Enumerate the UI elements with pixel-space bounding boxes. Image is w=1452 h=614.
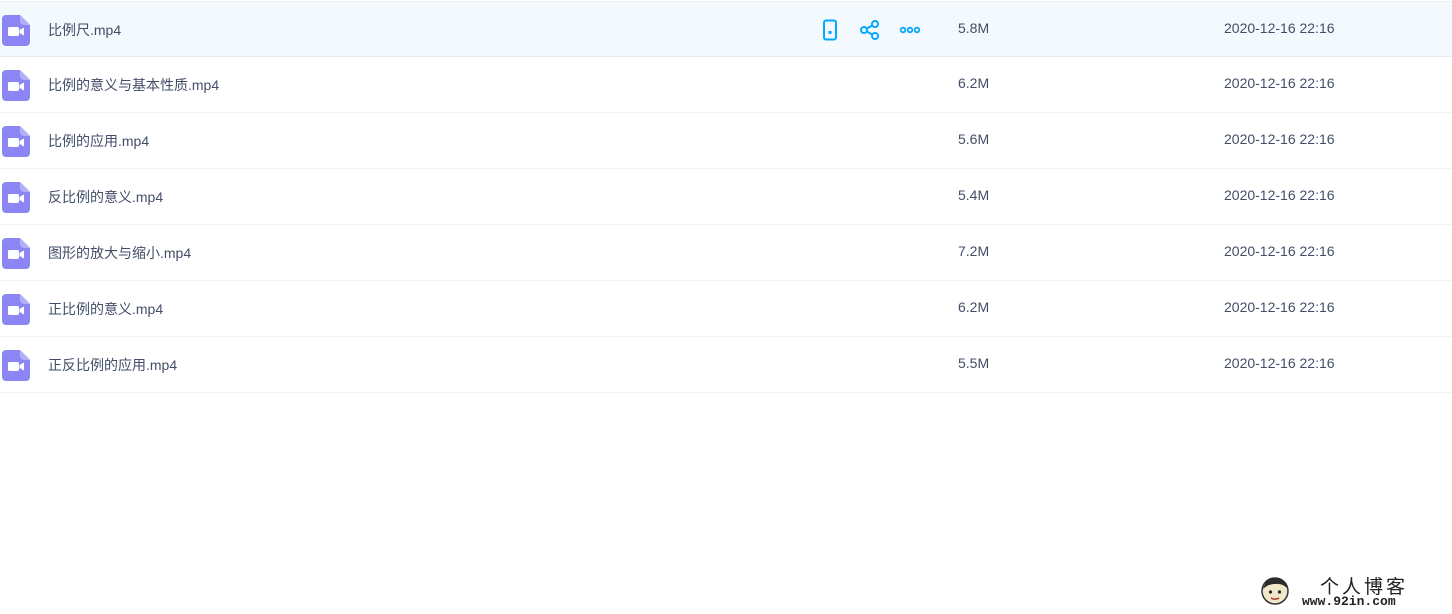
- file-list: 比例尺.mp4 5.8M 2020-12-16 22:16 比例的意义与基本性质…: [0, 1, 1452, 393]
- file-name[interactable]: 比例的意义与基本性质.mp4: [48, 75, 219, 95]
- share-icon: [860, 20, 879, 40]
- file-size: 5.8M: [958, 20, 990, 36]
- file-name[interactable]: 反比例的意义.mp4: [48, 187, 163, 207]
- more-icon: [899, 26, 921, 34]
- video-file-icon: [2, 126, 30, 157]
- file-size: 6.2M: [958, 299, 990, 315]
- video-file-icon: [2, 294, 30, 325]
- file-size: 5.4M: [958, 187, 990, 203]
- video-file-icon: [2, 70, 30, 101]
- watermark-url: www.92in.com: [1302, 594, 1396, 609]
- file-size: 6.2M: [958, 75, 990, 91]
- file-date: 2020-12-16 22:16: [1224, 20, 1335, 36]
- file-row[interactable]: 比例的应用.mp4 5.6M 2020-12-16 22:16: [0, 113, 1452, 169]
- file-row[interactable]: 比例尺.mp4 5.8M 2020-12-16 22:16: [0, 1, 1452, 57]
- video-file-icon: [2, 182, 30, 213]
- file-row[interactable]: 比例的意义与基本性质.mp4 6.2M 2020-12-16 22:16: [0, 57, 1452, 113]
- share-button[interactable]: [858, 18, 882, 42]
- file-date: 2020-12-16 22:16: [1224, 299, 1335, 315]
- file-name[interactable]: 正反比例的应用.mp4: [48, 355, 177, 375]
- file-date: 2020-12-16 22:16: [1224, 75, 1335, 91]
- file-size: 7.2M: [958, 243, 990, 259]
- file-row[interactable]: 反比例的意义.mp4 5.4M 2020-12-16 22:16: [0, 169, 1452, 225]
- file-name[interactable]: 图形的放大与缩小.mp4: [48, 243, 191, 263]
- watermark: 个人博客 www.92in.com: [1258, 570, 1448, 610]
- file-date: 2020-12-16 22:16: [1224, 243, 1335, 259]
- video-file-icon: [2, 238, 30, 269]
- file-row[interactable]: 正反比例的应用.mp4 5.5M 2020-12-16 22:16: [0, 337, 1452, 393]
- file-size: 5.6M: [958, 131, 990, 147]
- phone-icon: [823, 19, 837, 41]
- avatar-icon: [1261, 577, 1289, 605]
- file-size: 5.5M: [958, 355, 990, 371]
- row-actions: [818, 18, 938, 42]
- send-to-phone-button[interactable]: [818, 18, 842, 42]
- more-button[interactable]: [898, 18, 922, 42]
- file-date: 2020-12-16 22:16: [1224, 355, 1335, 371]
- file-row[interactable]: 正比例的意义.mp4 6.2M 2020-12-16 22:16: [0, 281, 1452, 337]
- file-name[interactable]: 正比例的意义.mp4: [48, 299, 163, 319]
- file-date: 2020-12-16 22:16: [1224, 187, 1335, 203]
- video-file-icon: [2, 15, 30, 46]
- file-date: 2020-12-16 22:16: [1224, 131, 1335, 147]
- file-row[interactable]: 图形的放大与缩小.mp4 7.2M 2020-12-16 22:16: [0, 225, 1452, 281]
- file-name[interactable]: 比例的应用.mp4: [48, 131, 149, 151]
- video-file-icon: [2, 350, 30, 381]
- file-name[interactable]: 比例尺.mp4: [48, 20, 121, 40]
